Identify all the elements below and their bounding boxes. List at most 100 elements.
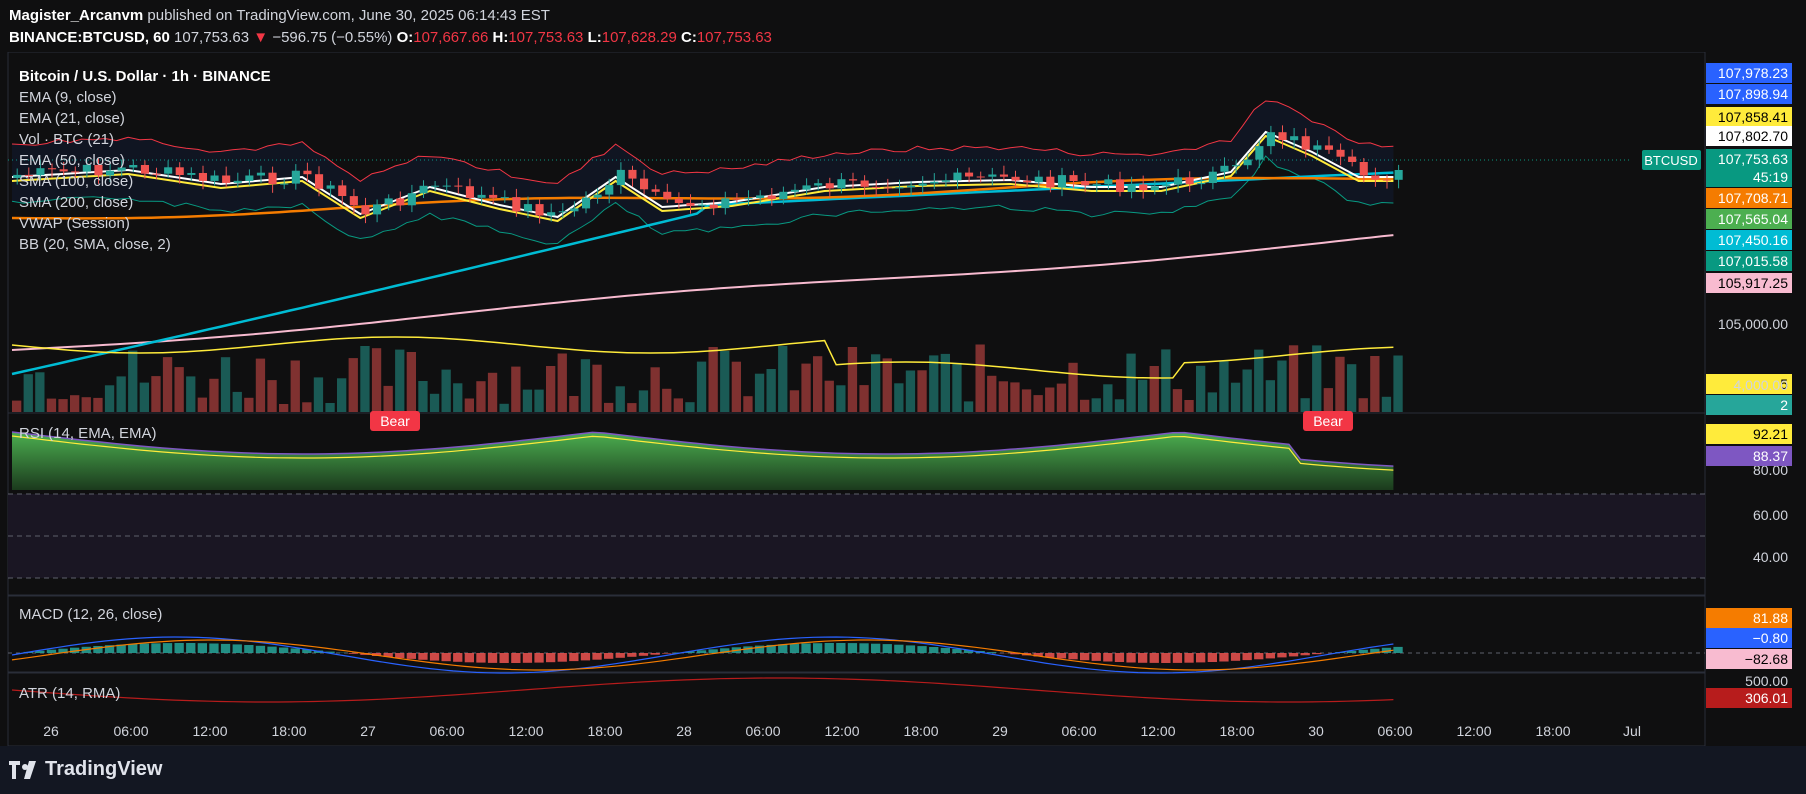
- author-name[interactable]: Magister_Arcanvm: [9, 7, 143, 24]
- volume-bar: [1056, 383, 1067, 412]
- volume-bar: [371, 348, 382, 412]
- candle-body: [1081, 181, 1090, 186]
- legend-volume[interactable]: Vol · BTC (21): [19, 129, 271, 150]
- price-change: −596.75 (−0.55%): [272, 29, 393, 46]
- candle-body: [709, 204, 718, 209]
- volume-bar: [685, 402, 695, 412]
- volume-bar: [1045, 387, 1055, 412]
- candle-body: [1162, 184, 1171, 187]
- volume-bar: [546, 366, 556, 412]
- volume-bar: [1114, 399, 1125, 412]
- candle-body: [918, 183, 927, 186]
- candle-body: [477, 194, 486, 198]
- macd-histogram-bar: [499, 653, 509, 663]
- macd-histogram-bar: [905, 645, 916, 653]
- candle-body: [523, 204, 532, 212]
- volume-bar: [720, 351, 730, 412]
- volume-bar: [35, 372, 45, 412]
- volume-bar: [615, 386, 625, 412]
- candle-body: [1371, 175, 1380, 180]
- candle-body: [1313, 145, 1322, 150]
- legend-title[interactable]: Bitcoin / U.S. Dollar · 1h · BINANCE: [19, 66, 271, 87]
- candle-body: [616, 169, 625, 186]
- volume-bar: [882, 358, 892, 412]
- volume-bar: [650, 367, 660, 412]
- atr-pane-label[interactable]: ATR (14, RMA): [19, 685, 120, 702]
- macd-histogram-bar: [1080, 653, 1090, 661]
- legend-sma100[interactable]: SMA (100, close): [19, 171, 271, 192]
- volume-bar: [894, 383, 904, 412]
- candle-body: [860, 180, 869, 187]
- candle-body: [338, 185, 347, 196]
- volume-bar: [662, 388, 672, 412]
- volume-bar: [325, 403, 335, 412]
- volume-bar: [929, 355, 939, 412]
- tradingview-logo-icon: [9, 760, 36, 779]
- macd-histogram-bar: [511, 653, 521, 663]
- macd-histogram-bar: [1393, 646, 1403, 653]
- footer: TradingView: [0, 746, 1806, 794]
- candle-body: [593, 194, 602, 198]
- macd-histogram-bar: [487, 653, 498, 663]
- time-axis-label: 18:00: [903, 723, 938, 739]
- symbol-tag-text: BTCUSD: [1644, 153, 1697, 168]
- legend-bb[interactable]: BB (20, SMA, close, 2): [19, 234, 271, 255]
- time-axis-label: 30: [1308, 723, 1324, 739]
- volume-bar: [1172, 389, 1183, 412]
- candle-body: [640, 178, 649, 190]
- macd-pane-label[interactable]: MACD (12, 26, close): [19, 606, 162, 623]
- legend-sma200[interactable]: SMA (200, close): [19, 192, 271, 213]
- legend-ema9[interactable]: EMA (9, close): [19, 87, 271, 108]
- candle-body: [396, 198, 405, 206]
- price-axis-tag: [1706, 395, 1792, 415]
- legend-ema21[interactable]: EMA (21, close): [19, 108, 271, 129]
- open-value: 107,667.66: [413, 29, 489, 46]
- time-axis-label: 12:00: [508, 723, 543, 739]
- macd-axis-tick: 500.00: [1745, 673, 1788, 689]
- candle-body: [779, 191, 788, 200]
- macd-histogram-bar: [162, 643, 173, 653]
- macd-histogram-bar: [580, 653, 591, 661]
- macd-histogram-bar: [267, 646, 277, 653]
- candle-body: [419, 185, 428, 194]
- volume-bar: [627, 403, 637, 412]
- macd-histogram-bar: [824, 643, 834, 653]
- macd-histogram-bar: [1300, 653, 1310, 656]
- macd-histogram-bar: [696, 650, 707, 653]
- macd-histogram-bar: [1219, 653, 1229, 662]
- legend-vwap[interactable]: VWAP (Session): [19, 213, 271, 234]
- macd-histogram-bar: [1103, 653, 1113, 662]
- candle-body: [837, 179, 846, 189]
- chart-canvas[interactable]: Bear Bear 107,978.23 107,898.94 107,858.41 10…: [0, 52, 1806, 746]
- volume-bar: [569, 396, 579, 412]
- volume-bar: [963, 401, 974, 412]
- volume-bar: [93, 397, 103, 412]
- macd-histogram-bar: [1207, 653, 1217, 662]
- high-value: 107,753.63: [508, 29, 584, 46]
- macd-histogram-bar: [929, 647, 939, 653]
- volume-bar: [12, 400, 22, 412]
- candle-body: [895, 187, 904, 189]
- volume-bar: [58, 399, 68, 412]
- macd-histogram-bar: [348, 653, 358, 654]
- tradingview-logo[interactable]: TradingView: [9, 758, 162, 781]
- macd-histogram-bar: [395, 653, 405, 658]
- candle-body: [1127, 184, 1136, 192]
- macd-histogram-bar: [1254, 653, 1264, 660]
- volume-bar: [1126, 353, 1136, 412]
- volume-bar: [128, 350, 138, 412]
- candle-body: [930, 181, 939, 184]
- macd-histogram-bar: [418, 653, 428, 660]
- macd-histogram-bar: [290, 648, 300, 653]
- volume-bar: [46, 398, 57, 412]
- symbol-label[interactable]: BINANCE:BTCUSD, 60: [9, 29, 170, 46]
- candle-body: [732, 198, 741, 200]
- candle-body: [1382, 179, 1391, 181]
- candle-body: [605, 185, 614, 195]
- candle-body: [454, 185, 463, 187]
- volume-bar: [1312, 345, 1322, 412]
- rsi-pane-label[interactable]: RSI (14, EMA, EMA): [19, 425, 157, 442]
- legend-ema50[interactable]: EMA (50, close): [19, 150, 271, 171]
- time-axis-label: 18:00: [271, 723, 306, 739]
- candle-body: [407, 193, 416, 206]
